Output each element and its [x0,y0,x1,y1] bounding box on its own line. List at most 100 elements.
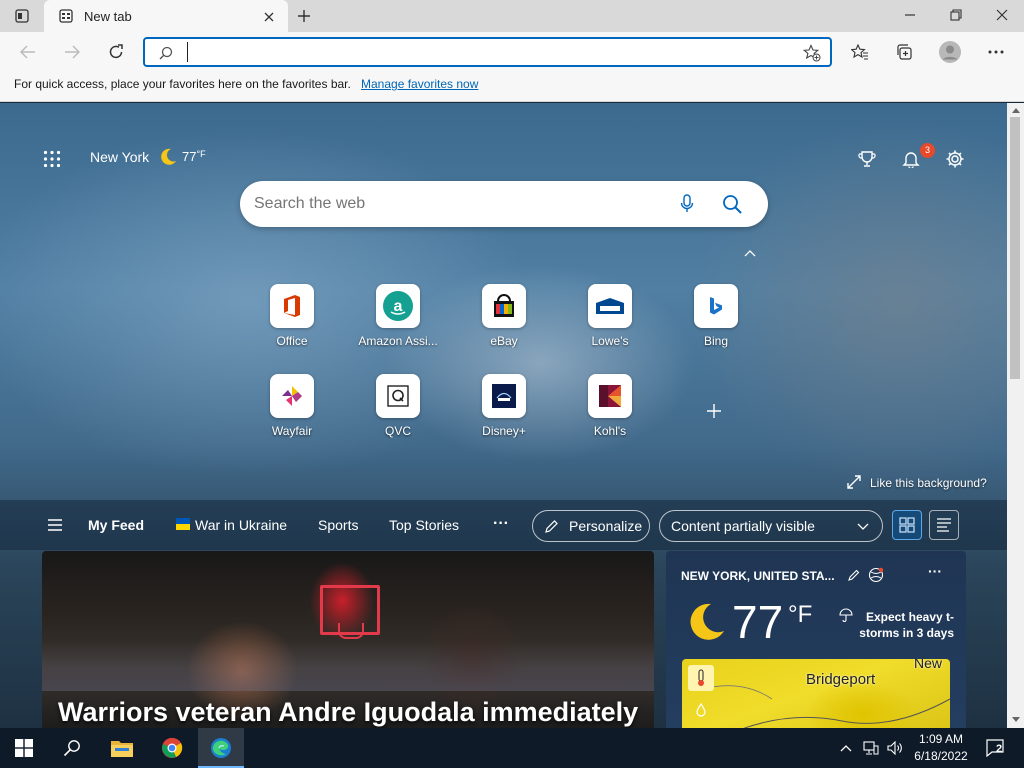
weather-card[interactable]: NEW YORK, UNITED STA... ··· 77 °F Expect… [666,551,966,728]
tab-new-tab[interactable]: New tab [44,0,288,32]
tab-actions-icon[interactable] [10,6,34,26]
address-bar[interactable] [143,37,832,67]
quick-link-label: Amazon Assi... [358,334,438,348]
feed-menu-hamburger-icon[interactable] [44,516,66,534]
edge-taskbar-button[interactable] [198,728,244,768]
svg-text:a: a [394,298,403,315]
lowes-icon [588,284,632,328]
quick-link-label: eBay [490,334,518,348]
list-layout-icon[interactable] [929,510,959,540]
wayfair-icon [270,374,314,418]
clock-time: 1:09 AM [918,732,964,746]
close-window-icon[interactable] [988,4,1016,26]
weather-unit: °F [788,601,813,628]
edit-location-pencil-icon[interactable] [846,567,862,583]
weather-map-globe-icon[interactable] [867,566,885,584]
restore-icon[interactable] [942,4,970,26]
refresh-icon[interactable] [102,40,130,64]
collapse-chevron-up-icon[interactable] [740,245,760,261]
like-background-link[interactable]: Like this background? [870,476,987,490]
manage-favorites-link[interactable]: Manage favorites now [361,77,478,91]
feed-nav-bar: My Feed War in Ukraine Sports Top Storie… [0,500,1007,550]
favorites-icon[interactable] [846,40,874,64]
content-visibility-dropdown[interactable]: Content partially visible [659,510,883,542]
taskbar-clock[interactable]: 1:09 AM 6/18/2022 [908,731,974,765]
weather-more-button[interactable]: ··· [928,563,942,579]
taskbar-search-icon[interactable] [54,734,90,762]
header-temp: 77°F [182,149,206,164]
page-scrollbar[interactable] [1007,103,1024,728]
clock-date: 6/18/2022 [914,749,968,763]
content-visibility-label: Content partially visible [671,518,815,534]
tab-bar: New tab [0,0,1024,32]
quick-link-label: Lowe's [591,334,629,348]
scrollbar-thumb[interactable] [1010,117,1020,379]
quick-link-label: Office [276,334,308,348]
weather-map-label: New [914,659,943,671]
minimize-icon[interactable] [896,4,924,26]
new-tab-page: New York 77°F 3 Office a Ama [0,103,1007,728]
new-tab-plus-icon[interactable] [292,5,316,27]
news-image-rim [338,623,364,639]
quick-link-label: Kohl's [593,424,627,438]
web-search-box[interactable] [240,181,768,227]
quick-link-label: Bing [703,334,729,348]
tab-war-in-ukraine[interactable]: War in Ukraine [195,517,287,533]
weather-map-coastline [701,685,950,728]
windows-start-icon[interactable] [6,734,42,762]
scroll-down-arrow-icon[interactable] [1010,714,1021,724]
web-search-input[interactable] [254,193,654,215]
scroll-up-arrow-icon[interactable] [1010,105,1021,115]
add-quick-link-plus-icon[interactable] [702,399,726,423]
ebay-icon [482,284,526,328]
weather-map-city: Bridgeport [806,671,876,688]
rewards-trophy-icon[interactable] [854,147,880,171]
news-headline[interactable]: Warriors veteran Andre Iguodala immediat… [58,697,638,728]
show-hidden-icons-chevron-icon[interactable] [836,738,856,758]
expand-background-icon[interactable] [844,473,864,491]
quick-link-label: Disney+ [482,424,526,438]
profile-avatar-icon[interactable] [936,38,964,66]
windows-taskbar: 1:09 AM 6/18/2022 2 [0,728,1024,768]
tab-top-stories[interactable]: Top Stories [389,517,459,533]
bing-icon [694,284,738,328]
precipitation-layer-icon[interactable] [688,697,714,723]
new-tab-favicon-icon [58,8,74,24]
tab-my-feed[interactable]: My Feed [88,517,144,533]
weather-temp: 77 [732,596,784,648]
search-submit-icon[interactable] [720,193,744,215]
personalize-label: Personalize [569,518,643,534]
feed-more-button[interactable]: ··· [493,515,509,533]
chevron-down-icon [856,521,870,531]
add-favorite-icon[interactable] [801,43,823,63]
header-city[interactable]: New York [90,149,149,165]
file-explorer-icon[interactable] [102,734,142,762]
grid-layout-icon[interactable] [892,510,922,540]
close-tab-icon[interactable] [260,8,278,26]
amazon-icon: a [376,284,420,328]
weather-radar-map[interactable]: Bridgeport New [682,659,950,728]
chrome-icon[interactable] [152,734,192,762]
news-card[interactable]: Warriors veteran Andre Iguodala immediat… [42,551,654,728]
tab-sports[interactable]: Sports [318,517,358,533]
notification-count: 3 [924,145,930,155]
quick-link-label: Wayfair [271,424,313,438]
forward-icon[interactable] [58,40,86,64]
address-input[interactable] [187,42,747,62]
back-icon[interactable] [14,40,42,64]
weather-alert-text: Expect heavy t-storms in 3 days [859,610,954,640]
news-image-crowd [42,641,654,691]
collections-icon[interactable] [890,40,918,64]
volume-icon[interactable] [884,738,906,758]
temperature-layer-icon[interactable] [688,665,714,691]
personalize-button[interactable]: Personalize [532,510,650,542]
voice-search-microphone-icon[interactable] [676,193,698,215]
weather-location[interactable]: NEW YORK, UNITED STA... [681,569,835,583]
page-settings-gear-icon[interactable] [942,147,968,171]
app-launcher-icon[interactable] [40,147,64,171]
favorites-message: For quick access, place your favorites h… [14,77,351,91]
network-icon[interactable] [860,738,882,758]
settings-more-icon[interactable] [982,40,1010,64]
moon-icon [156,145,180,169]
disney-icon [482,374,526,418]
